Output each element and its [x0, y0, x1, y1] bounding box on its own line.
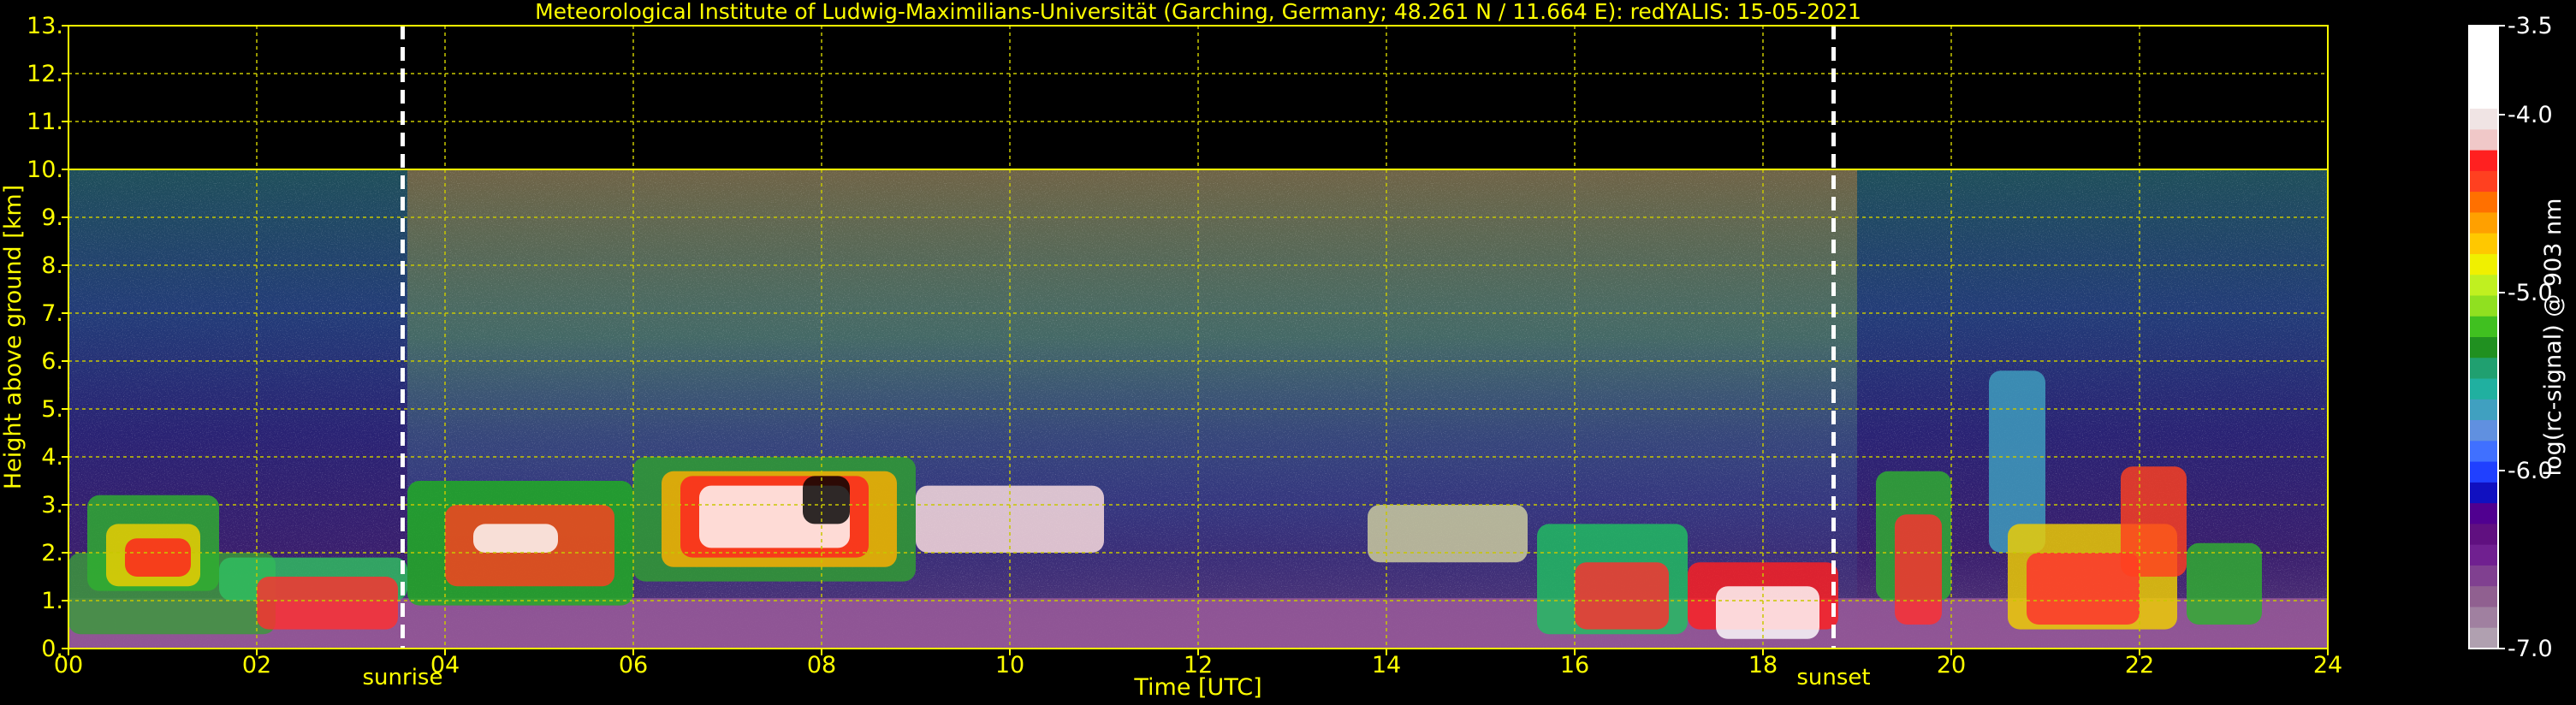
- y-axis-ticks: 0. 1. 2. 3. 4. 5. 6. 7. 8. 9. 10. 11. 12. 13.: [27, 13, 68, 662]
- signal-patch: [473, 524, 558, 553]
- x-tick-label: 02: [242, 652, 271, 678]
- signal-patch: [803, 476, 850, 524]
- x-tick-label: 08: [807, 652, 836, 678]
- colorbar-swatch: [2469, 441, 2498, 463]
- colorbar-swatch: [2469, 87, 2498, 110]
- y-tick-label: 4.: [41, 444, 63, 471]
- signal-patch: [1895, 514, 1942, 625]
- colorbar-swatch: [2469, 399, 2498, 421]
- colorbar-swatch: [2469, 295, 2498, 317]
- sun-marker-labels: sunrise sunset: [363, 665, 1871, 690]
- colorbar-swatch: [2469, 253, 2498, 275]
- signal-patch: [125, 538, 191, 577]
- x-tick-label: 10: [995, 652, 1024, 678]
- y-tick-label: 12.: [27, 61, 63, 87]
- colorbar-swatch: [2469, 420, 2498, 441]
- colorbar-tick-label: -7.0: [2508, 636, 2553, 662]
- colorbar-swatch: [2469, 586, 2498, 607]
- colorbar: -3.5-4.0-5.0-6.0-7.0 log(rc-signal) @ 90…: [2468, 13, 2567, 662]
- y-tick-label: 10.: [27, 157, 63, 183]
- x-tick-label: 18: [1748, 652, 1778, 678]
- sunrise-label: sunrise: [363, 665, 443, 690]
- colorbar-swatch: [2469, 192, 2498, 213]
- lidar-chart: Meteorological Institute of Ludwig-Maxim…: [0, 0, 2567, 701]
- colorbar-swatch: [2469, 627, 2498, 649]
- y-tick-label: 5.: [41, 396, 63, 423]
- y-tick-label: 11.: [27, 109, 63, 135]
- y-tick-label: 8.: [41, 252, 63, 279]
- colorbar-swatch: [2469, 67, 2498, 89]
- colorbar-tick-label: -3.5: [2508, 13, 2553, 39]
- colorbar-swatch: [2469, 607, 2498, 629]
- y-tick-label: 13.: [27, 13, 63, 39]
- colorbar-swatch: [2469, 46, 2498, 68]
- chart-title: Meteorological Institute of Ludwig-Maxim…: [535, 0, 1861, 24]
- colorbar-swatch: [2469, 524, 2498, 546]
- colorbar-swatch: [2469, 544, 2498, 566]
- x-tick-label: 24: [2313, 652, 2342, 678]
- colorbar-swatch: [2469, 461, 2498, 483]
- colorbar-swatch: [2469, 212, 2498, 234]
- colorbar-swatch: [2469, 233, 2498, 255]
- y-tick-label: 3.: [41, 492, 63, 518]
- sunset-label: sunset: [1796, 665, 1870, 690]
- colorbar-tick-label: -4.0: [2508, 102, 2553, 128]
- y-tick-label: 0.: [41, 636, 63, 662]
- colorbar-swatch: [2469, 358, 2498, 380]
- colorbar-swatch: [2469, 316, 2498, 338]
- colorbar-swatch: [2469, 275, 2498, 296]
- signal-patch: [257, 577, 398, 630]
- colorbar-swatch: [2469, 26, 2498, 47]
- colorbar-swatch: [2469, 109, 2498, 130]
- y-tick-label: 6.: [41, 348, 63, 375]
- colorbar-swatch: [2469, 129, 2498, 151]
- x-tick-label: 20: [1937, 652, 1966, 678]
- colorbar-swatch: [2469, 482, 2498, 504]
- colorbar-swatches: [2469, 26, 2498, 649]
- colorbar-swatch: [2469, 170, 2498, 193]
- y-axis-label: Height above ground [km]: [0, 185, 27, 489]
- x-tick-label: 14: [1372, 652, 1401, 678]
- colorbar-swatch: [2469, 565, 2498, 587]
- y-tick-label: 1.: [41, 588, 63, 614]
- y-tick-label: 9.: [41, 204, 63, 231]
- x-tick-label: 06: [619, 652, 648, 678]
- colorbar-label: log(rc-signal) @ 903 nm: [2540, 198, 2567, 477]
- y-tick-label: 7.: [41, 300, 63, 327]
- colorbar-swatch: [2469, 378, 2498, 400]
- colorbar-swatch: [2469, 150, 2498, 172]
- colorbar-swatch: [2469, 337, 2498, 358]
- x-tick-label: 22: [2125, 652, 2154, 678]
- signal-patch: [1716, 586, 1819, 639]
- signal-patch: [2121, 466, 2187, 577]
- plot-area: [68, 26, 2328, 649]
- signal-patch: [2187, 542, 2262, 625]
- signal-patch: [1575, 562, 1669, 630]
- x-tick-label: 16: [1560, 652, 1589, 678]
- y-tick-label: 2.: [41, 540, 63, 566]
- signal-patch: [1368, 505, 1528, 563]
- x-axis-label: Time [UTC]: [1133, 674, 1261, 701]
- colorbar-swatch: [2469, 503, 2498, 524]
